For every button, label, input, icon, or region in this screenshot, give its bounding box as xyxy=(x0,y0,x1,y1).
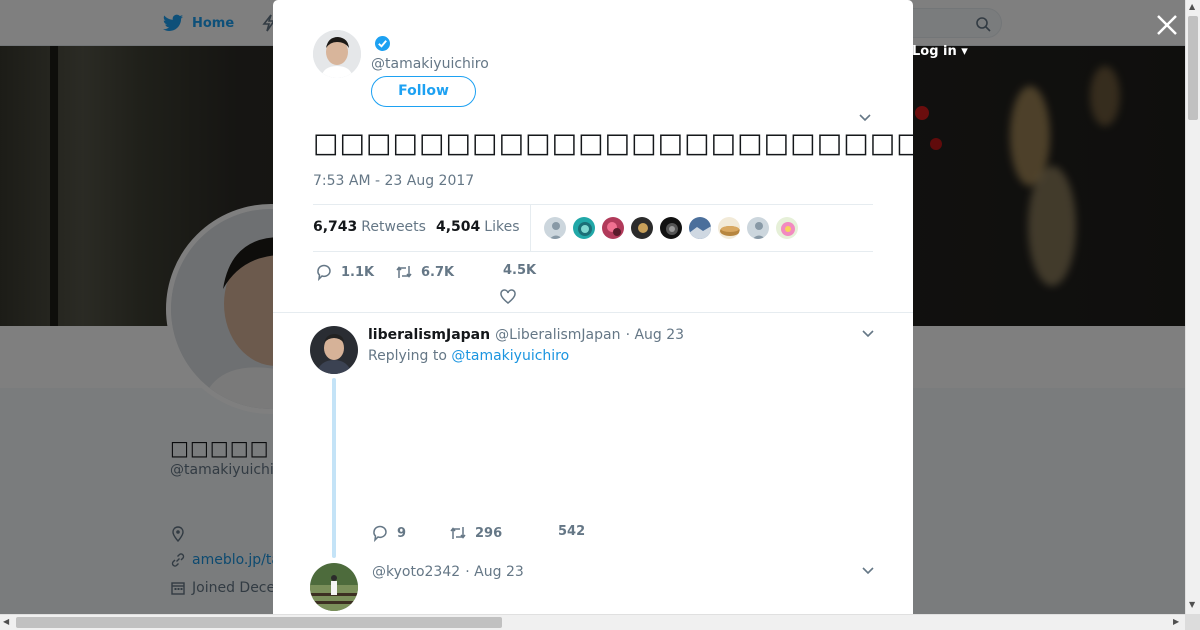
verified-icon xyxy=(375,36,390,51)
reply-icon xyxy=(373,525,387,542)
chevron-down-icon[interactable] xyxy=(861,326,875,340)
liker-avatar[interactable] xyxy=(717,216,741,240)
reply-author-name[interactable]: liberalismJapan xyxy=(368,327,490,343)
login-menu[interactable]: Log in ▾ xyxy=(912,44,968,59)
liker-avatar[interactable] xyxy=(572,216,596,240)
replying-to: Replying to @tamakiyuichiro xyxy=(368,348,570,364)
author-handle[interactable]: @tamakiyuichiro xyxy=(371,56,489,72)
reply-icon xyxy=(317,264,331,281)
reply-header: liberalismJapan @LiberalismJapan · Aug 2… xyxy=(368,324,684,343)
replying-to-link[interactable]: @tamakiyuichiro xyxy=(451,348,569,364)
liker-avatar[interactable] xyxy=(659,216,683,240)
reply-button[interactable]: 1.1K xyxy=(315,263,374,281)
vertical-scrollbar[interactable]: ▲ ▼ xyxy=(1185,0,1200,614)
scroll-down-arrow[interactable]: ▼ xyxy=(1189,600,1195,609)
liker-avatar[interactable] xyxy=(746,216,770,240)
reply-avatar[interactable] xyxy=(310,326,358,374)
horizontal-scroll-thumb[interactable] xyxy=(16,617,502,628)
retweet-button[interactable]: 6.7K xyxy=(395,263,454,281)
reply-date[interactable]: · Aug 23 xyxy=(626,327,685,343)
author-avatar[interactable] xyxy=(313,30,361,78)
tweet-actions: 1.1K 6.7K 4.5K xyxy=(313,263,873,306)
reply-avatar[interactable] xyxy=(310,563,358,611)
reply-author-handle[interactable]: @LiberalismJapan xyxy=(495,327,620,343)
chevron-down-icon[interactable] xyxy=(858,110,872,124)
thread-line xyxy=(332,378,336,558)
scroll-right-arrow[interactable]: ▶ xyxy=(1173,617,1179,626)
retweet-icon xyxy=(450,527,466,539)
reply-button[interactable]: 9 xyxy=(371,524,406,542)
liker-avatar[interactable] xyxy=(688,216,712,240)
retweets-stat[interactable]: 6,743 Retweets xyxy=(313,219,426,235)
chevron-down-icon[interactable] xyxy=(861,563,875,577)
divider xyxy=(273,312,913,313)
like-count: 4.5K xyxy=(503,263,537,278)
reply-header: @kyoto2342 · Aug 23 xyxy=(372,561,524,580)
like-count: 542 xyxy=(558,524,586,539)
liker-avatar[interactable] xyxy=(775,216,799,240)
vertical-scroll-thumb[interactable] xyxy=(1188,16,1198,120)
liker-avatar[interactable] xyxy=(601,216,625,240)
tweet-stats: 6,743 Retweets 4,504 Likes xyxy=(313,204,873,252)
retweet-button[interactable]: 296 xyxy=(449,524,502,542)
scrollbar-corner xyxy=(1185,614,1200,630)
stats-divider xyxy=(530,205,531,251)
tweet-timestamp: 7:53 AM - 23 Aug 2017 xyxy=(313,173,475,189)
reply-tweet[interactable]: @kyoto2342 · Aug 23 xyxy=(273,561,913,614)
tweet-modal: @tamakiyuichiro Follow □□□□□□□□□□□□□□□□□… xyxy=(273,0,913,614)
horizontal-scrollbar[interactable]: ◀ ▶ xyxy=(0,614,1185,630)
retweet-icon xyxy=(396,266,412,278)
tweet-text: □□□□□□□□□□□□□□□□□□□□□□□□□□□□□□□□□□□□□□□□… xyxy=(313,128,913,159)
scroll-left-arrow[interactable]: ◀ xyxy=(3,617,9,626)
liker-avatar[interactable] xyxy=(630,216,654,240)
reply-author-handle[interactable]: @kyoto2342 xyxy=(372,564,460,580)
likers-avatars xyxy=(543,216,799,240)
heart-icon[interactable] xyxy=(499,288,517,306)
reply-date[interactable]: · Aug 23 xyxy=(465,564,524,580)
likes-stat[interactable]: 4,504 Likes xyxy=(436,219,520,235)
follow-button[interactable]: Follow xyxy=(371,76,476,107)
reply-tweet[interactable]: liberalismJapan @LiberalismJapan · Aug 2… xyxy=(273,324,913,558)
liker-avatar[interactable] xyxy=(543,216,567,240)
close-icon[interactable] xyxy=(1154,12,1180,38)
scroll-up-arrow[interactable]: ▲ xyxy=(1189,2,1195,11)
